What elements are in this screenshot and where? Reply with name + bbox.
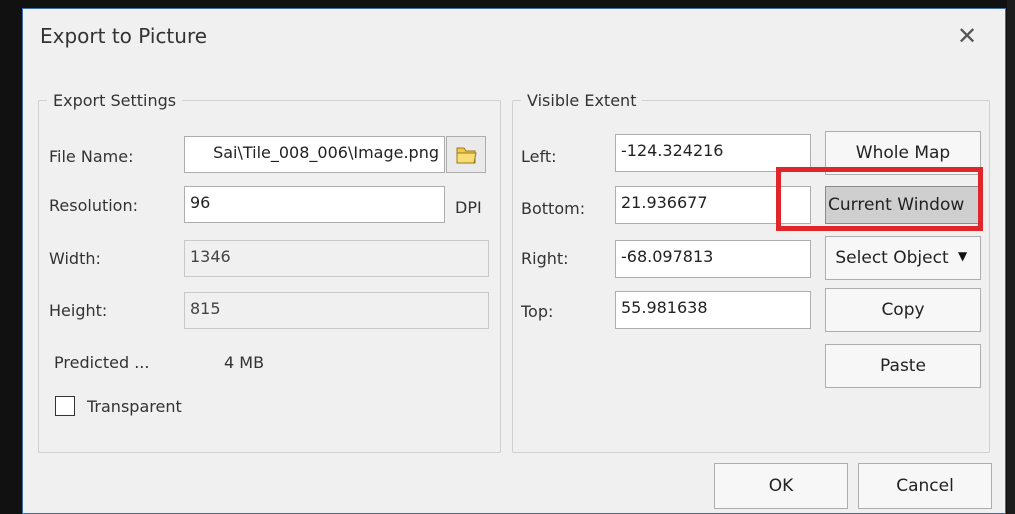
top-field[interactable]: 55.981638 <box>615 291 811 329</box>
close-icon[interactable]: ✕ <box>957 22 977 50</box>
width-field: 1346 <box>184 240 489 277</box>
select-object-label: Select Object <box>835 248 949 268</box>
transparent-checkbox[interactable] <box>55 396 75 416</box>
transparent-label: Transparent <box>87 397 182 416</box>
predicted-size-label: Predicted ... <box>54 353 150 372</box>
ok-button[interactable]: OK <box>714 463 848 509</box>
right-label: Right: <box>521 249 569 268</box>
right-field[interactable]: -68.097813 <box>615 240 811 278</box>
bottom-label: Bottom: <box>521 199 586 218</box>
file-name-label: File Name: <box>49 147 134 166</box>
dpi-unit-label: DPI <box>455 198 482 217</box>
dialog-title: Export to Picture <box>40 24 208 48</box>
resolution-label: Resolution: <box>49 196 138 215</box>
width-label: Width: <box>49 249 101 268</box>
copy-button[interactable]: Copy <box>825 288 981 332</box>
file-name-field[interactable]: Sai\Tile_008_006\Image.png <box>184 136 445 173</box>
highlight-annotation <box>776 167 983 231</box>
resolution-field[interactable]: 96 <box>184 186 445 223</box>
left-label: Left: <box>521 147 557 166</box>
top-label: Top: <box>521 302 554 321</box>
window-edge <box>1007 0 1015 514</box>
height-field: 815 <box>184 292 489 329</box>
paste-button[interactable]: Paste <box>825 344 981 388</box>
export-settings-legend: Export Settings <box>53 91 177 110</box>
export-to-picture-dialog: Export to Picture ✕ Export Settings File… <box>22 8 1006 514</box>
predicted-size-value: 4 MB <box>224 353 265 372</box>
cancel-button[interactable]: Cancel <box>858 463 992 509</box>
dropdown-arrow-icon[interactable]: ▼ <box>958 249 967 263</box>
height-label: Height: <box>49 301 108 320</box>
folder-icon <box>456 147 477 164</box>
visible-extent-legend: Visible Extent <box>527 91 637 110</box>
browse-folder-button[interactable] <box>446 136 486 173</box>
